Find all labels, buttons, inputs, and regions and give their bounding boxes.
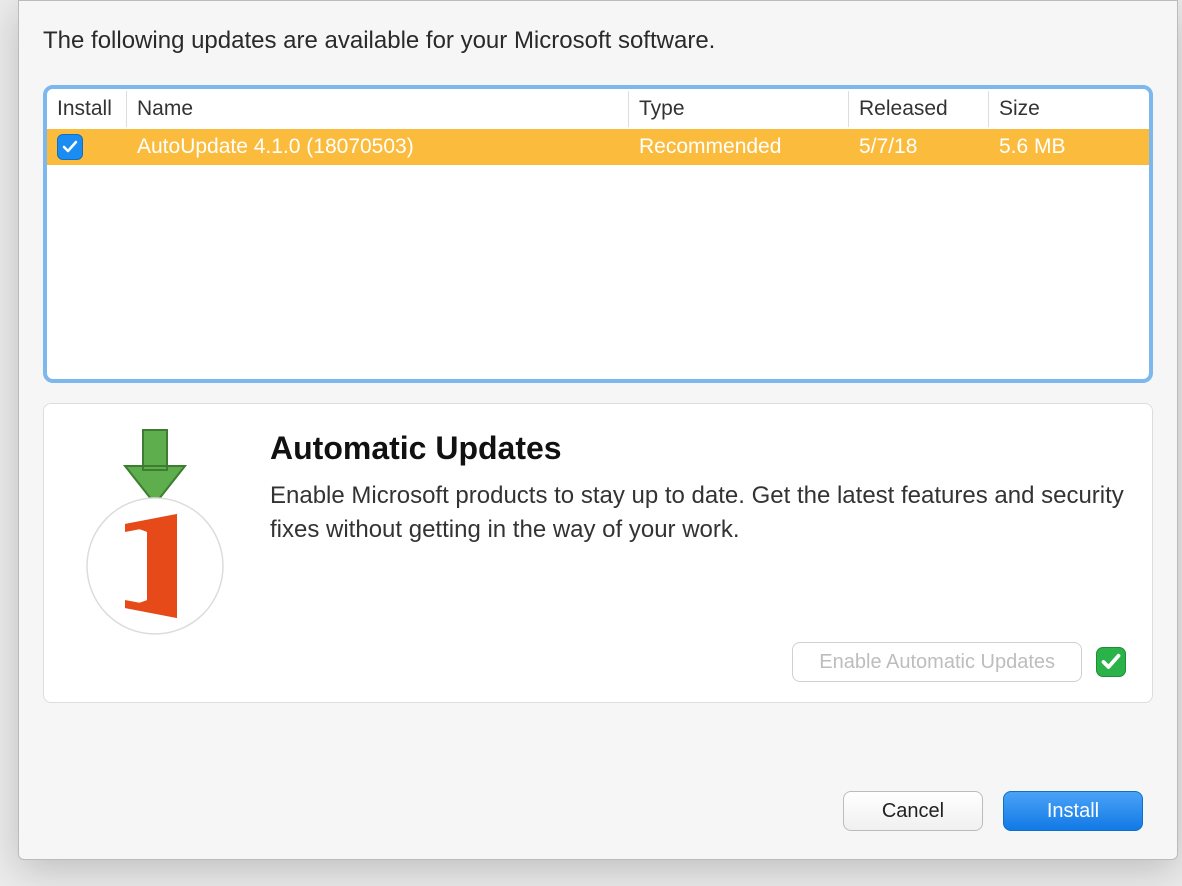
row-type: Recommended <box>629 131 849 163</box>
col-header-name[interactable]: Name <box>127 91 629 127</box>
install-button[interactable]: Install <box>1003 791 1143 831</box>
table-row[interactable]: AutoUpdate 4.1.0 (18070503) Recommended … <box>47 129 1149 165</box>
promo-description: Enable Microsoft products to stay up to … <box>270 479 1126 546</box>
dialog-footer-buttons: Cancel Install <box>843 791 1143 831</box>
enable-auto-updates-button[interactable]: Enable Automatic Updates <box>792 642 1082 682</box>
promo-title: Automatic Updates <box>270 430 1126 467</box>
col-header-type[interactable]: Type <box>629 91 849 127</box>
cancel-button[interactable]: Cancel <box>843 791 983 831</box>
check-icon <box>62 139 78 155</box>
col-header-install[interactable]: Install <box>47 91 127 127</box>
dialog-header: The following updates are available for … <box>19 1 1177 75</box>
row-released: 5/7/18 <box>849 131 989 163</box>
install-checkbox[interactable] <box>57 134 83 160</box>
auto-update-promo: Automatic Updates Enable Microsoft produ… <box>43 403 1153 703</box>
background-fragment-left: n e <box>0 310 12 363</box>
auto-updates-checkbox[interactable] <box>1096 647 1126 677</box>
row-install-cell[interactable] <box>47 130 127 165</box>
col-header-released[interactable]: Released <box>849 91 989 127</box>
check-icon <box>1101 652 1121 672</box>
table-header-row: Install Name Type Released Size <box>47 89 1149 129</box>
row-size: 5.6 MB <box>989 131 1149 163</box>
updates-table: Install Name Type Released Size AutoUpda… <box>43 85 1153 383</box>
background-fragment-bottom: great. <box>130 856 191 884</box>
update-dialog: The following updates are available for … <box>18 0 1178 860</box>
row-name: AutoUpdate 4.1.0 (18070503) <box>127 131 629 163</box>
promo-icon <box>70 426 240 636</box>
download-office-icon <box>70 426 240 636</box>
col-header-size[interactable]: Size <box>989 91 1149 127</box>
